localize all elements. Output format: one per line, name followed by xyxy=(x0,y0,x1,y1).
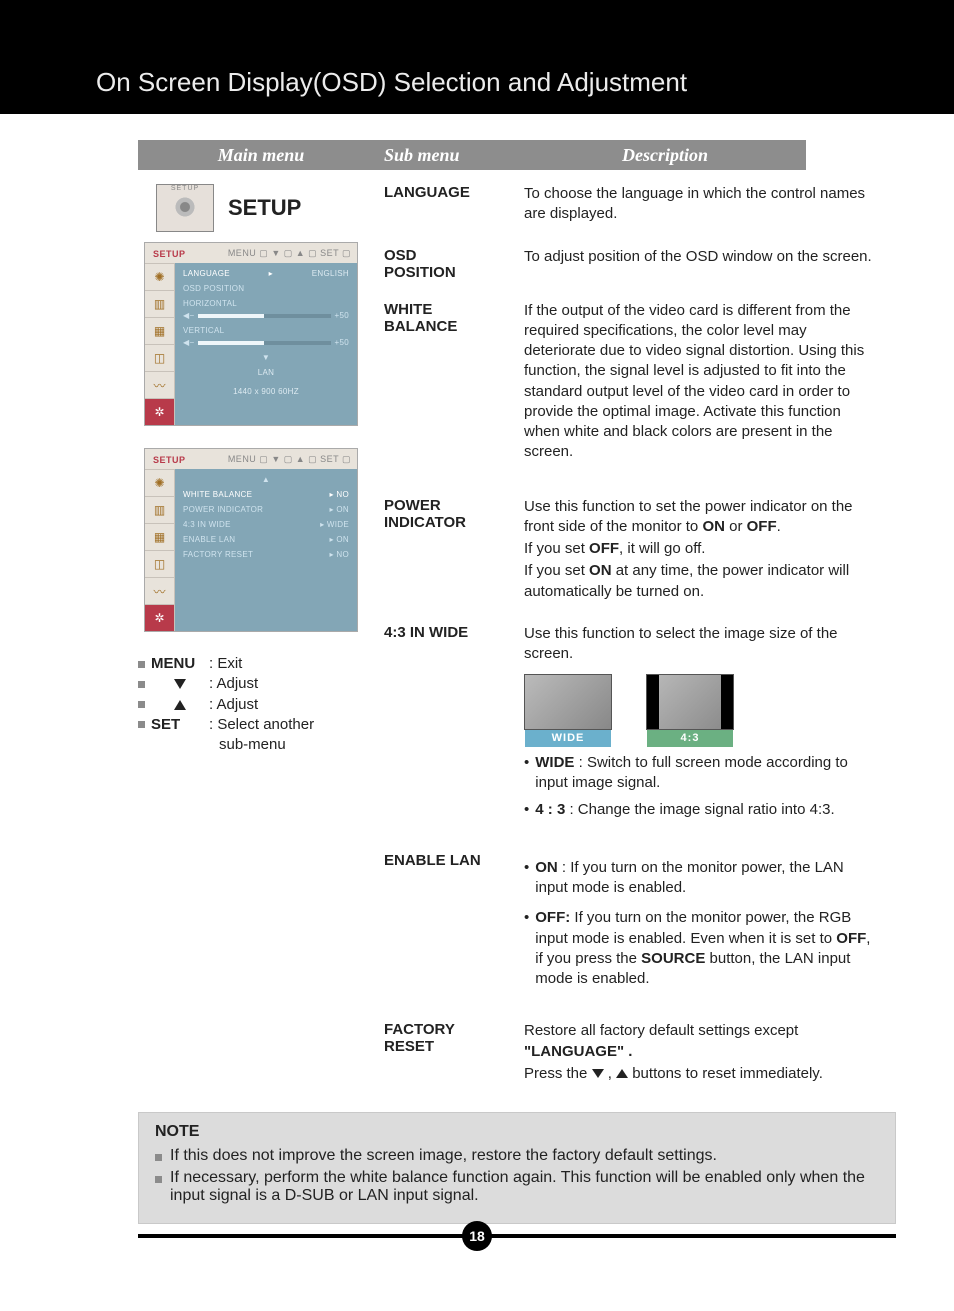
legend-set-desc: : Select another xyxy=(209,715,314,735)
down-arrow-icon xyxy=(174,679,186,689)
osd2-lan-val: ON xyxy=(336,535,349,544)
gear-icon: SETUP xyxy=(156,184,214,232)
gear-icon-graphic xyxy=(174,196,196,218)
note-title: NOTE xyxy=(155,1123,879,1141)
osd1-res: 1440 x 900 60HZ xyxy=(183,387,349,400)
tracking-icon: ▦ xyxy=(145,317,175,344)
osd2-pi-label: POWER INDICATOR xyxy=(183,505,263,514)
sub-enable-lan: ENABLE LAN xyxy=(384,852,524,869)
ratio-icon: ◫ xyxy=(145,344,175,371)
osd1-title: SETUP xyxy=(153,249,186,259)
desc-factory-reset: Restore all factory default settings exc… xyxy=(524,1021,876,1086)
brightness-icon: ✺ xyxy=(145,469,175,496)
ratio-4-3-label: 4:3 xyxy=(647,730,733,747)
colhead-sub: Sub menu xyxy=(384,145,524,166)
setup-icon-label: SETUP xyxy=(171,185,199,192)
desc-enable-lan: •ON : If you turn on the monitor power, … xyxy=(524,852,876,990)
up-arrow-icon xyxy=(174,700,186,710)
legend-menu-desc: : Exit xyxy=(209,654,242,674)
osd2-fr-label: FACTORY RESET xyxy=(183,550,253,559)
title-banner: On Screen Display(OSD) Selection and Adj… xyxy=(0,0,954,114)
osd2-side-icons: ✺ ▥ ▦ ◫ 〰 ✲ xyxy=(145,469,175,631)
legend-up-desc: : Adjust xyxy=(209,695,258,715)
button-legend: MENU: Exit : Adjust : Adjust SET: Select… xyxy=(138,654,384,755)
osd1-list: LANGUAGE ▸ ENGLISH OSD POSITION HORIZONTAL… xyxy=(175,263,357,425)
desc-osd-position: To adjust position of the OSD window on … xyxy=(524,247,876,281)
ratio-icon: ◫ xyxy=(145,550,175,577)
osd1-osdpos: OSD POSITION xyxy=(183,284,244,293)
osd2-ratio-label: 4:3 IN WIDE xyxy=(183,520,231,529)
osd2-nav: MENU ▢ ▼ ▢ ▲ ▢ SET ▢ xyxy=(228,454,351,465)
ratio-wide: WIDE xyxy=(524,674,612,747)
setup-icon-selected: ✲ xyxy=(145,398,175,425)
osd-panel-2: SETUP MENU ▢ ▼ ▢ ▲ ▢ SET ▢ ✺ ▥ ▦ ◫ 〰 ✲ xyxy=(144,448,358,632)
sub-white-balance: WHITE BALANCE xyxy=(384,301,524,335)
legend-set-key: SET xyxy=(151,715,209,735)
temp-icon: 〰 xyxy=(145,577,175,604)
osd2-wb-val: NO xyxy=(336,490,349,499)
column-header-row: Main menu Sub menu Description xyxy=(138,140,806,170)
colhead-main: Main menu xyxy=(138,145,384,166)
osd2-pi-val: ON xyxy=(336,505,349,514)
footer-rule xyxy=(138,1234,896,1238)
sub-power-indicator: POWER INDICATOR xyxy=(384,497,524,531)
ratio-4-3-thumb xyxy=(646,674,734,730)
sub-factory-reset: FACTORY RESET xyxy=(384,1021,524,1055)
page: On Screen Display(OSD) Selection and Adj… xyxy=(0,0,954,1311)
osd2-list: ▲ WHITE BALANCE▸ NO POWER INDICATOR▸ ON … xyxy=(175,469,357,631)
osd2-title: SETUP xyxy=(153,455,186,465)
legend-down-desc: : Adjust xyxy=(209,674,258,694)
osd-panel-1: SETUP MENU ▢ ▼ ▢ ▲ ▢ SET ▢ ✺ ▥ ▦ ◫ 〰 ✲ xyxy=(144,242,358,426)
osd1-v-val: 50 xyxy=(340,338,350,347)
setup-icon-selected: ✲ xyxy=(145,604,175,631)
osd1-side-icons: ✺ ▥ ▦ ◫ 〰 ✲ xyxy=(145,263,175,425)
brightness-icon: ✺ xyxy=(145,263,175,290)
up-arrow-icon xyxy=(616,1069,628,1078)
ratio-4-3: 4:3 xyxy=(646,674,734,747)
osd2-fr-val: NO xyxy=(336,550,349,559)
page-number: 18 xyxy=(462,1221,492,1251)
setup-title: SETUP xyxy=(228,195,301,221)
desc-language: To choose the language in which the cont… xyxy=(524,184,876,227)
setup-heading: SETUP SETUP xyxy=(156,184,384,232)
osd1-vertical: VERTICAL xyxy=(183,326,224,335)
osd1-language-value: ENGLISH xyxy=(312,269,349,278)
note-box: NOTE If this does not improve the screen… xyxy=(138,1112,896,1224)
legend-set-desc2: sub-menu xyxy=(219,735,286,755)
sub-ratio: 4:3 IN WIDE xyxy=(384,624,524,641)
chevron-right-icon: ▸ xyxy=(269,269,273,278)
desc-power-indicator: Use this function to set the power indic… xyxy=(524,497,876,604)
osd1-h-val: 50 xyxy=(340,311,350,320)
tracking-icon: ▦ xyxy=(145,523,175,550)
osd2-lan-label: ENABLE LAN xyxy=(183,535,235,544)
osd2-ratio-val: WIDE xyxy=(327,520,349,529)
osd1-language-label: LANGUAGE xyxy=(183,269,230,278)
sub-osd-position: OSD POSITION xyxy=(384,247,524,281)
note-item-2: If necessary, perform the white balance … xyxy=(170,1169,879,1205)
ratio-wide-label: WIDE xyxy=(525,730,611,747)
osd1-nav: MENU ▢ ▼ ▢ ▲ ▢ SET ▢ xyxy=(228,248,351,259)
osd1-lan: LAN xyxy=(183,368,349,381)
page-title: On Screen Display(OSD) Selection and Adj… xyxy=(96,67,687,98)
desc-white-balance: If the output of the video card is diffe… xyxy=(524,301,876,465)
temp-icon: 〰 xyxy=(145,371,175,398)
color-icon: ▥ xyxy=(145,290,175,317)
desc-ratio: Use this function to select the image si… xyxy=(524,624,876,820)
content: Main menu Sub menu Description SETUP SET… xyxy=(0,114,954,1086)
colhead-desc: Description xyxy=(524,145,806,166)
color-icon: ▥ xyxy=(145,496,175,523)
legend-menu-key: MENU xyxy=(151,654,209,674)
sub-language: LANGUAGE xyxy=(384,184,524,201)
note-item-1: If this does not improve the screen imag… xyxy=(170,1147,717,1165)
main-menu-column: SETUP SETUP SETUP MENU ▢ ▼ ▢ ▲ ▢ SET ▢ ✺ xyxy=(138,184,384,1086)
osd2-wb-label: WHITE BALANCE xyxy=(183,490,252,499)
down-arrow-icon xyxy=(592,1069,604,1078)
ratio-wide-thumb xyxy=(524,674,612,730)
osd1-horizontal: HORIZONTAL xyxy=(183,299,237,308)
